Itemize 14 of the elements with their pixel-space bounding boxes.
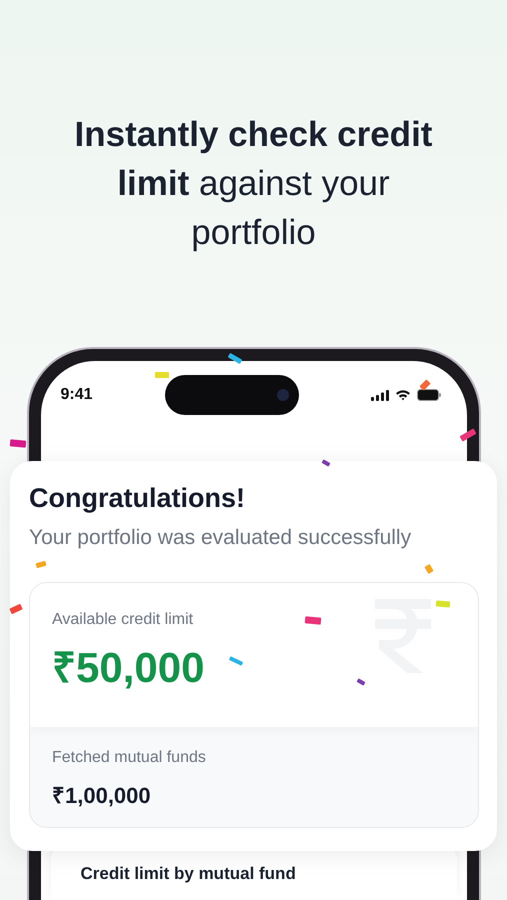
battery-icon [416, 389, 440, 401]
wifi-icon [394, 389, 410, 401]
confetti-piece [155, 372, 169, 378]
credit-limit-amount: ₹50,000 [52, 643, 204, 693]
funds-label: Fetched mutual funds [52, 749, 206, 767]
section-title: Credit limit by mutual fund [80, 864, 296, 883]
confetti-piece [10, 439, 26, 448]
funds-amount: ₹1,00,000 [52, 782, 151, 809]
card-subtitle: Your portfolio was evaluated successfully [29, 526, 412, 550]
credit-limit-label: Available credit limit [52, 611, 194, 629]
headline: Instantly check credit limit against your portfolio [74, 114, 434, 254]
signal-icon [370, 390, 388, 400]
status-time: 9:41 [60, 386, 93, 404]
card-title: Congratulations! [29, 483, 245, 514]
